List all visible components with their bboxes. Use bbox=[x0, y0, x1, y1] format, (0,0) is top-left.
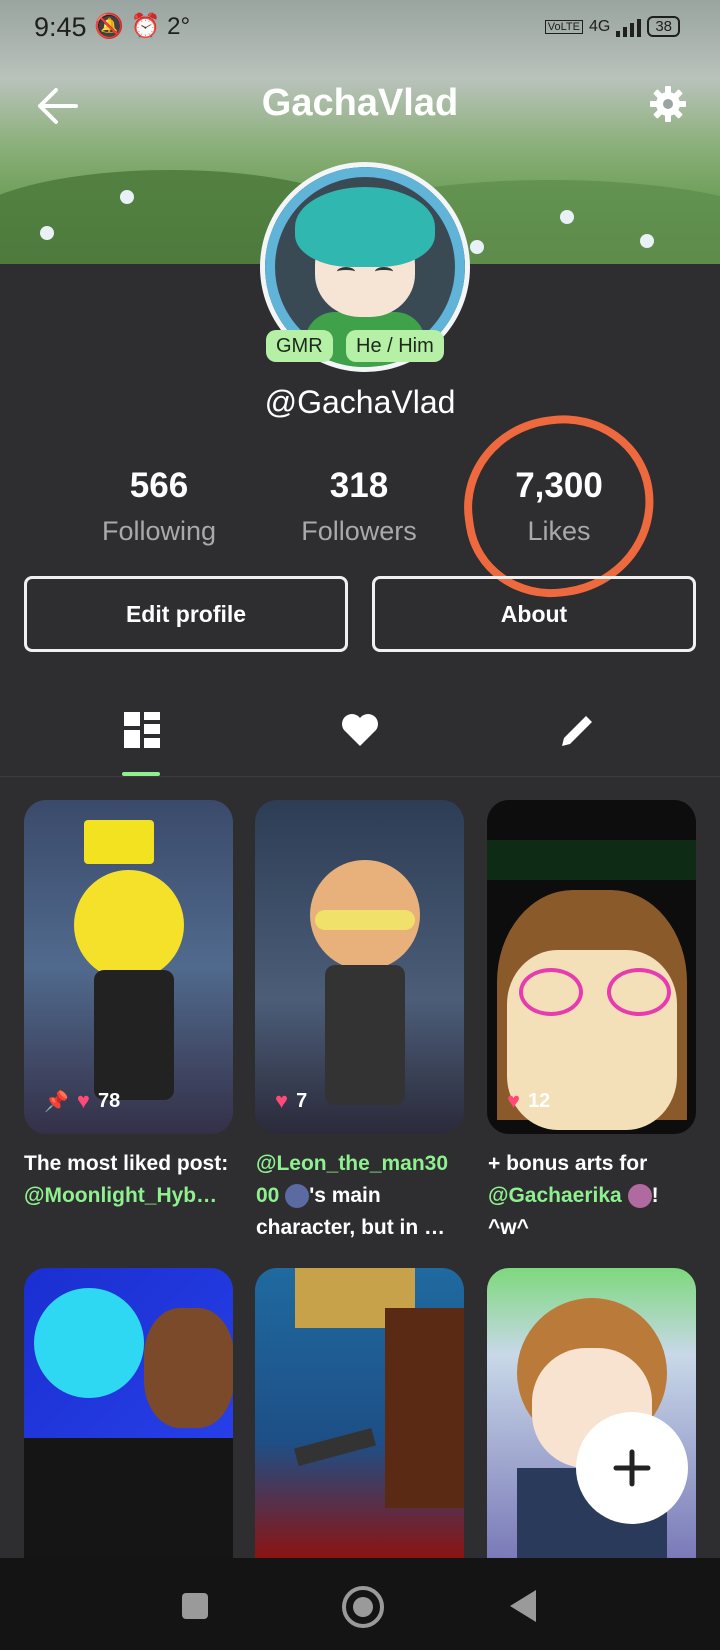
status-time: 9:45 bbox=[34, 12, 87, 42]
battery-icon: 38 bbox=[647, 16, 680, 37]
followers-label: Followers bbox=[301, 516, 417, 546]
plus-icon bbox=[613, 1449, 651, 1487]
posts-icon[interactable] bbox=[120, 708, 164, 752]
caption-mention[interactable]: @Gachaerika bbox=[488, 1184, 622, 1207]
caption-text: + bonus arts for bbox=[488, 1152, 648, 1175]
post-card[interactable]: ♥ 7 bbox=[255, 800, 464, 1134]
post-caption[interactable]: + bonus arts for @Gachaerika ! ^w^ bbox=[488, 1148, 704, 1244]
caption-text: The most liked post: bbox=[24, 1152, 229, 1175]
stat-followers[interactable]: 318 Followers bbox=[259, 466, 459, 547]
signal-icon bbox=[616, 17, 642, 37]
post-card[interactable]: ♥ 12 bbox=[487, 800, 696, 1134]
pin-icon: 📌 bbox=[44, 1090, 69, 1113]
heart-icon: ♥ bbox=[275, 1088, 289, 1113]
post-card[interactable] bbox=[255, 1268, 464, 1558]
pencil-icon[interactable] bbox=[556, 708, 600, 752]
status-bar: 9:45 🔕 ⏰ 2° VoLTE 4G 38 bbox=[0, 0, 720, 56]
like-count: 78 bbox=[97, 1089, 121, 1112]
gear-icon[interactable] bbox=[648, 84, 688, 124]
top-bar: GachaVlad bbox=[0, 68, 720, 142]
status-right: VoLTE 4G 38 bbox=[544, 16, 680, 37]
badge-gmr: GMR bbox=[266, 330, 333, 362]
like-count: 12 bbox=[528, 1089, 551, 1112]
recents-icon[interactable] bbox=[182, 1593, 208, 1619]
profile-username: @GachaVlad bbox=[264, 384, 456, 420]
home-icon[interactable] bbox=[342, 1586, 384, 1628]
post-caption[interactable]: @Leon_the_man30 00 's main character, bu… bbox=[256, 1148, 472, 1244]
post-meta: ♥ 12 bbox=[507, 1088, 550, 1114]
followers-count: 318 bbox=[329, 466, 389, 505]
stat-following[interactable]: 566 Following bbox=[59, 466, 259, 547]
post-card[interactable]: 📌 ♥ 78 bbox=[24, 800, 233, 1134]
emoji-avatar-icon bbox=[285, 1184, 310, 1209]
following-count: 566 bbox=[129, 466, 189, 505]
post-card[interactable] bbox=[487, 1268, 696, 1558]
system-nav-bar bbox=[0, 1558, 720, 1650]
edit-profile-button[interactable]: Edit profile bbox=[24, 576, 348, 652]
post-caption[interactable]: The most liked post: @Moonlight_Hyb… bbox=[24, 1148, 240, 1212]
heart-icon[interactable] bbox=[338, 708, 382, 752]
following-label: Following bbox=[101, 516, 217, 546]
status-icons: 🔕 ⏰ 2° bbox=[94, 13, 191, 40]
back-icon[interactable] bbox=[510, 1590, 536, 1622]
heart-icon: ♥ bbox=[507, 1088, 521, 1113]
emoji-avatar-icon bbox=[627, 1184, 652, 1209]
post-card[interactable] bbox=[24, 1268, 233, 1558]
like-count: 7 bbox=[296, 1089, 308, 1112]
network-label: 4G bbox=[588, 17, 611, 35]
post-meta: ♥ 7 bbox=[275, 1088, 307, 1114]
post-meta: 📌 ♥ 78 bbox=[44, 1088, 120, 1114]
lte-icon: VoLTE bbox=[544, 19, 583, 34]
heart-icon: ♥ bbox=[76, 1088, 90, 1113]
profile-tabs bbox=[0, 690, 720, 777]
about-button[interactable]: About bbox=[372, 576, 696, 652]
page-title: GachaVlad bbox=[261, 82, 459, 124]
active-tab-indicator bbox=[122, 772, 160, 776]
badge-pronouns: He / Him bbox=[346, 330, 444, 362]
create-post-button[interactable] bbox=[576, 1412, 688, 1524]
caption-mention[interactable]: @Moonlight_Hyb… bbox=[24, 1184, 217, 1207]
